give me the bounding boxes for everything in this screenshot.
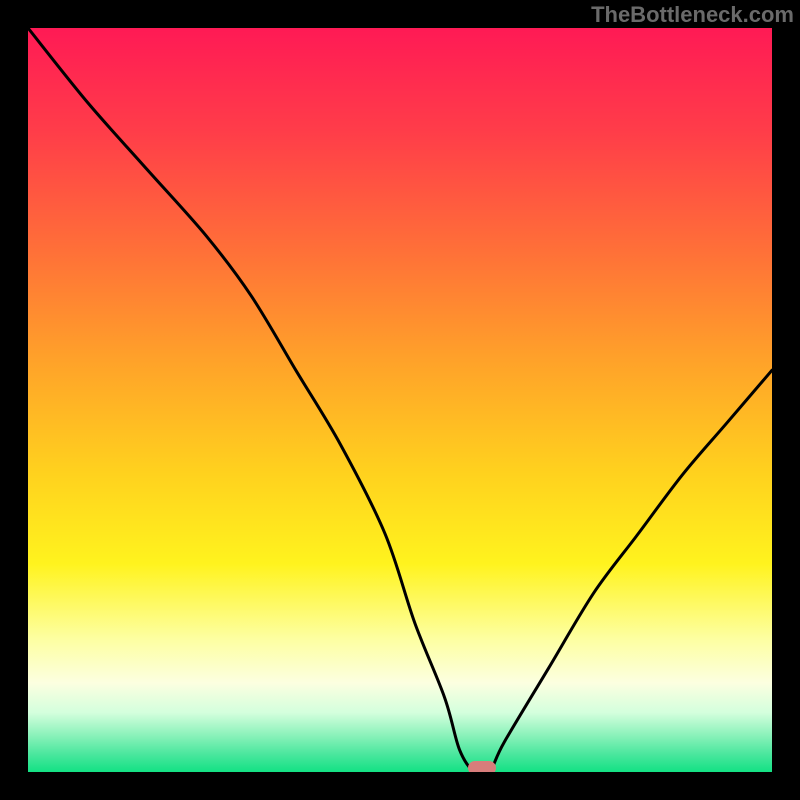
optimal-marker xyxy=(468,761,496,772)
plot-area xyxy=(28,28,772,772)
watermark-text: TheBottleneck.com xyxy=(591,2,794,28)
bottleneck-curve xyxy=(28,28,772,772)
